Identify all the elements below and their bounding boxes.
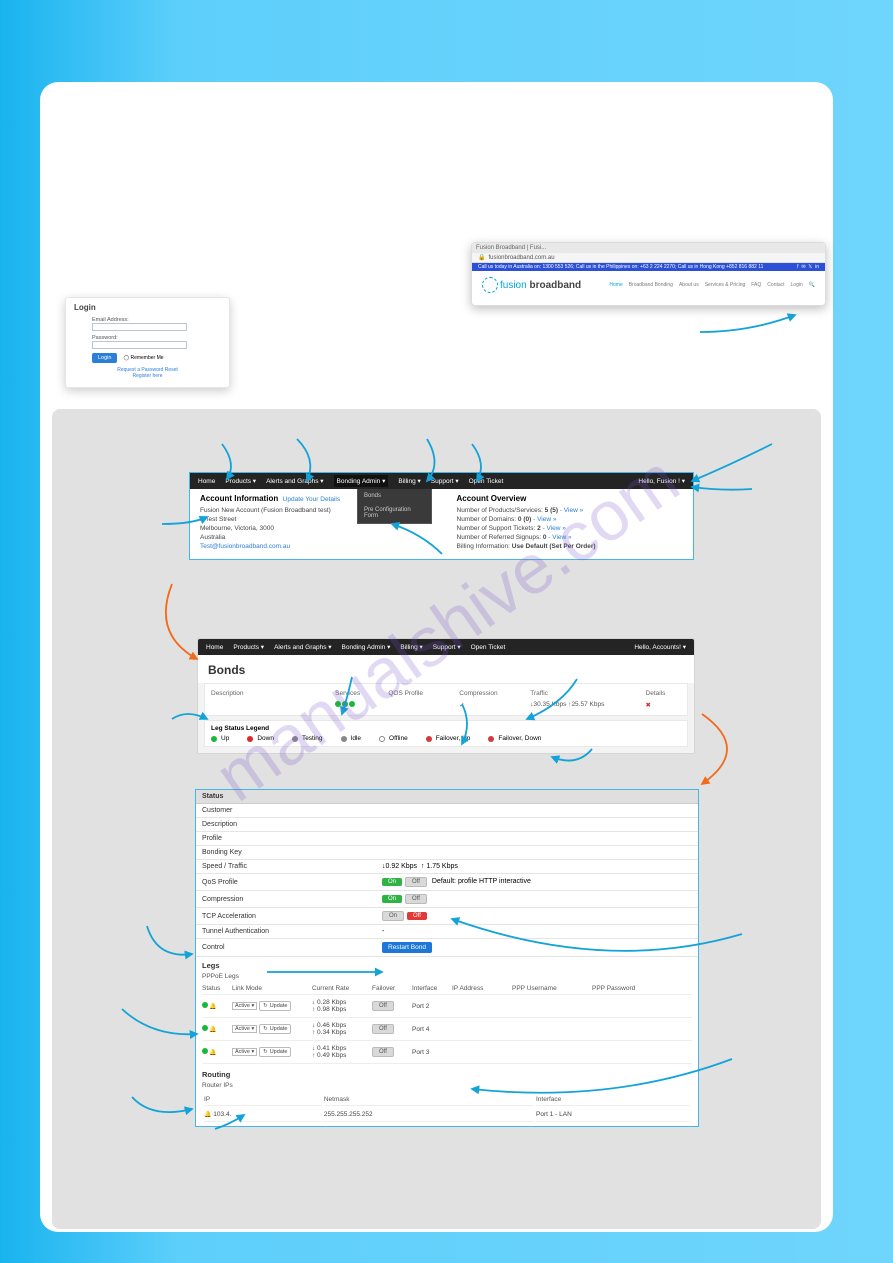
bonds-table: DescriptionServicesQOS ProfileCompressio… xyxy=(204,683,688,716)
nav2-products[interactable]: Products ▾ xyxy=(233,643,264,651)
routing-row: 🔔 103.4.255.255.255.252Port 1 - LAN xyxy=(204,1108,690,1122)
account-overview-title: Account Overview xyxy=(457,494,684,503)
failover-pill[interactable]: Off xyxy=(372,1047,394,1057)
browser-tab: Fusion Broadband | Fusi... xyxy=(472,243,825,253)
routing-table: IPNetmaskInterface 🔔 103.4.255.255.255.2… xyxy=(202,1092,692,1124)
status-speed: Speed / Traffic↓0.92 Kbps ↑ 1.75 Kbps xyxy=(196,860,698,874)
document-page: Fusion Broadband | Fusi... 🔒 fusionbroad… xyxy=(40,82,833,1232)
nav2-billing[interactable]: Billing ▾ xyxy=(400,643,422,651)
acct-country: Australia xyxy=(200,533,427,542)
browser-window: Fusion Broadband | Fusi... 🔒 fusionbroad… xyxy=(471,242,826,306)
status-profile: Profile xyxy=(202,835,382,842)
qos-on-toggle[interactable]: On xyxy=(382,878,402,886)
remember-checkbox[interactable]: ◯ Remember Me xyxy=(123,355,163,361)
account-panel: Home Products ▾ Alerts and Graphs ▾ Bond… xyxy=(189,472,694,560)
leg-row: 🔔 Active ▾ ↻ Update ↓ 0.41 Kbps↑ 0.49 Kb… xyxy=(202,1041,692,1064)
nav2-home[interactable]: Home xyxy=(206,644,223,651)
nav2-user[interactable]: Hello, Accounts! ▾ xyxy=(634,643,686,651)
legs-subheading: PPPoE Legs xyxy=(196,972,698,981)
acct-email[interactable]: Test@fusionbroadband.com.au xyxy=(200,542,427,551)
site-logo: fusion broadband xyxy=(482,277,581,293)
nav2-support[interactable]: Support ▾ xyxy=(433,643,461,651)
bell-icon[interactable]: 🔔 xyxy=(209,1027,216,1033)
status-customer: Customer xyxy=(202,807,382,814)
comp-on-toggle[interactable]: On xyxy=(382,895,402,903)
nav-home[interactable]: Home xyxy=(198,478,215,485)
bell-icon[interactable]: 🔔 xyxy=(209,1004,216,1010)
bonds-heading: Bonds xyxy=(198,655,694,683)
leg-row: 🔔 Active ▾ ↻ Update ↓ 0.28 Kbps↑ 0.98 Kb… xyxy=(202,995,692,1018)
acct-city: Melbourne, Victoria, 3000 xyxy=(200,524,427,533)
failover-pill[interactable]: Off xyxy=(372,1001,394,1011)
tcp-on-toggle[interactable]: On xyxy=(382,911,404,921)
browser-address-bar[interactable]: 🔒 fusionbroadband.com.au xyxy=(472,253,825,263)
nav2-ticket[interactable]: Open Ticket xyxy=(471,644,506,651)
update-button[interactable]: ↻ Update xyxy=(259,1047,291,1057)
qos-off-toggle[interactable]: Off xyxy=(405,877,427,887)
status-qos: QoS ProfileOnOff Default: profile HTTP i… xyxy=(196,874,698,891)
login-arrow xyxy=(690,307,820,337)
site-top-banner: Call us today in Australia on: 1300 553 … xyxy=(472,263,825,271)
details-icon[interactable]: ✖ xyxy=(646,701,681,709)
compression-check-icon: ✓ xyxy=(459,701,530,709)
update-button[interactable]: ↻ Update xyxy=(259,1024,291,1034)
social-icons: f ✉ 𝕏 in xyxy=(797,264,819,270)
overview-billing: Billing Information: Use Default (Set Pe… xyxy=(457,542,684,551)
nav2-alerts[interactable]: Alerts and Graphs ▾ xyxy=(274,643,331,651)
leg-row: 🔔 Active ▾ ↻ Update ↓ 0.46 Kbps↑ 0.34 Kb… xyxy=(202,1018,692,1041)
nav2-bonding[interactable]: Bonding Admin ▾ xyxy=(342,643,391,651)
failover-pill[interactable]: Off xyxy=(372,1024,394,1034)
status-tcp: TCP AccelerationOnOff xyxy=(196,908,698,925)
bell-icon[interactable]: 🔔 xyxy=(204,1112,211,1118)
nav-open-ticket[interactable]: Open Ticket xyxy=(469,478,504,485)
status-description: Description xyxy=(202,821,382,828)
legs-table: StatusLink ModeCurrent RateFailoverInter… xyxy=(196,981,698,1066)
update-details-link[interactable]: Update Your Details xyxy=(283,496,340,503)
nav-billing[interactable]: Billing ▾ xyxy=(398,477,420,485)
bell-icon[interactable]: 🔔 xyxy=(209,1050,216,1056)
update-button[interactable]: ↻ Update xyxy=(259,1001,291,1011)
status-control: ControlRestart Bond xyxy=(196,939,698,957)
linkmode-select[interactable]: Active ▾ xyxy=(232,1025,257,1033)
search-icon[interactable]: 🔍 xyxy=(809,282,815,288)
password-field[interactable] xyxy=(92,341,187,349)
login-button[interactable]: Login xyxy=(92,353,117,363)
nav-bonding-admin[interactable]: Bonding Admin ▾ xyxy=(334,475,389,487)
linkmode-select[interactable]: Active ▾ xyxy=(232,1002,257,1010)
portal-navbar-2: Home Products ▾ Alerts and Graphs ▾ Bond… xyxy=(198,639,694,655)
email-field[interactable] xyxy=(92,323,187,331)
submenu-preconfig[interactable]: Pre Configuration Form xyxy=(358,503,431,523)
nav-products[interactable]: Products ▾ xyxy=(225,477,256,485)
leg-status-legend: Leg Status Legend Up Down Testing Idle O… xyxy=(204,720,688,747)
user-menu[interactable]: Hello, Fusion ! ▾ xyxy=(638,477,685,485)
login-panel: Login Email Address: Password: Login ◯ R… xyxy=(65,297,230,388)
nav-support[interactable]: Support ▾ xyxy=(431,477,459,485)
status-compression: CompressionOnOff xyxy=(196,891,698,908)
linkmode-select[interactable]: Active ▾ xyxy=(232,1048,257,1056)
legs-heading: Legs xyxy=(196,957,698,972)
site-nav[interactable]: Home Broadband Bonding About us Services… xyxy=(609,282,815,288)
login-title: Login xyxy=(74,303,221,312)
tcp-off-toggle[interactable]: Off xyxy=(407,912,427,920)
routing-subheading: Router IPs xyxy=(196,1081,698,1090)
overview-tickets: Number of Support Tickets: 2 - View » xyxy=(457,524,684,533)
register-link[interactable]: Register here xyxy=(74,373,221,379)
comp-off-toggle[interactable]: Off xyxy=(405,894,427,904)
status-panel: Status Customer Description Profile Bond… xyxy=(195,789,699,1127)
status-heading: Status xyxy=(196,790,698,804)
portal-navbar-1: Home Products ▾ Alerts and Graphs ▾ Bond… xyxy=(190,473,693,489)
routing-heading: Routing xyxy=(196,1066,698,1081)
restart-bond-button[interactable]: Restart Bond xyxy=(382,942,432,953)
lower-region: Home Products ▾ Alerts and Graphs ▾ Bond… xyxy=(52,409,821,1229)
status-tunnel: Tunnel Authentication- xyxy=(196,925,698,939)
overview-products: Number of Products/Services: 5 (5) - Vie… xyxy=(457,506,684,515)
bond-row[interactable]: ✓ ↓30.35 Kbps ↑25.57 Kbps ✖ xyxy=(211,699,681,711)
nav-alerts[interactable]: Alerts and Graphs ▾ xyxy=(266,477,323,485)
status-bonding-key: Bonding Key xyxy=(202,849,382,856)
submenu-bonds[interactable]: Bonds xyxy=(358,489,431,503)
bonds-panel: Home Products ▾ Alerts and Graphs ▾ Bond… xyxy=(197,638,695,754)
bonding-admin-submenu: Bonds Pre Configuration Form xyxy=(357,489,432,524)
overview-referred: Number of Referred Signups: 0 - View » xyxy=(457,533,684,542)
overview-domains: Number of Domains: 0 (0) - View » xyxy=(457,515,684,524)
